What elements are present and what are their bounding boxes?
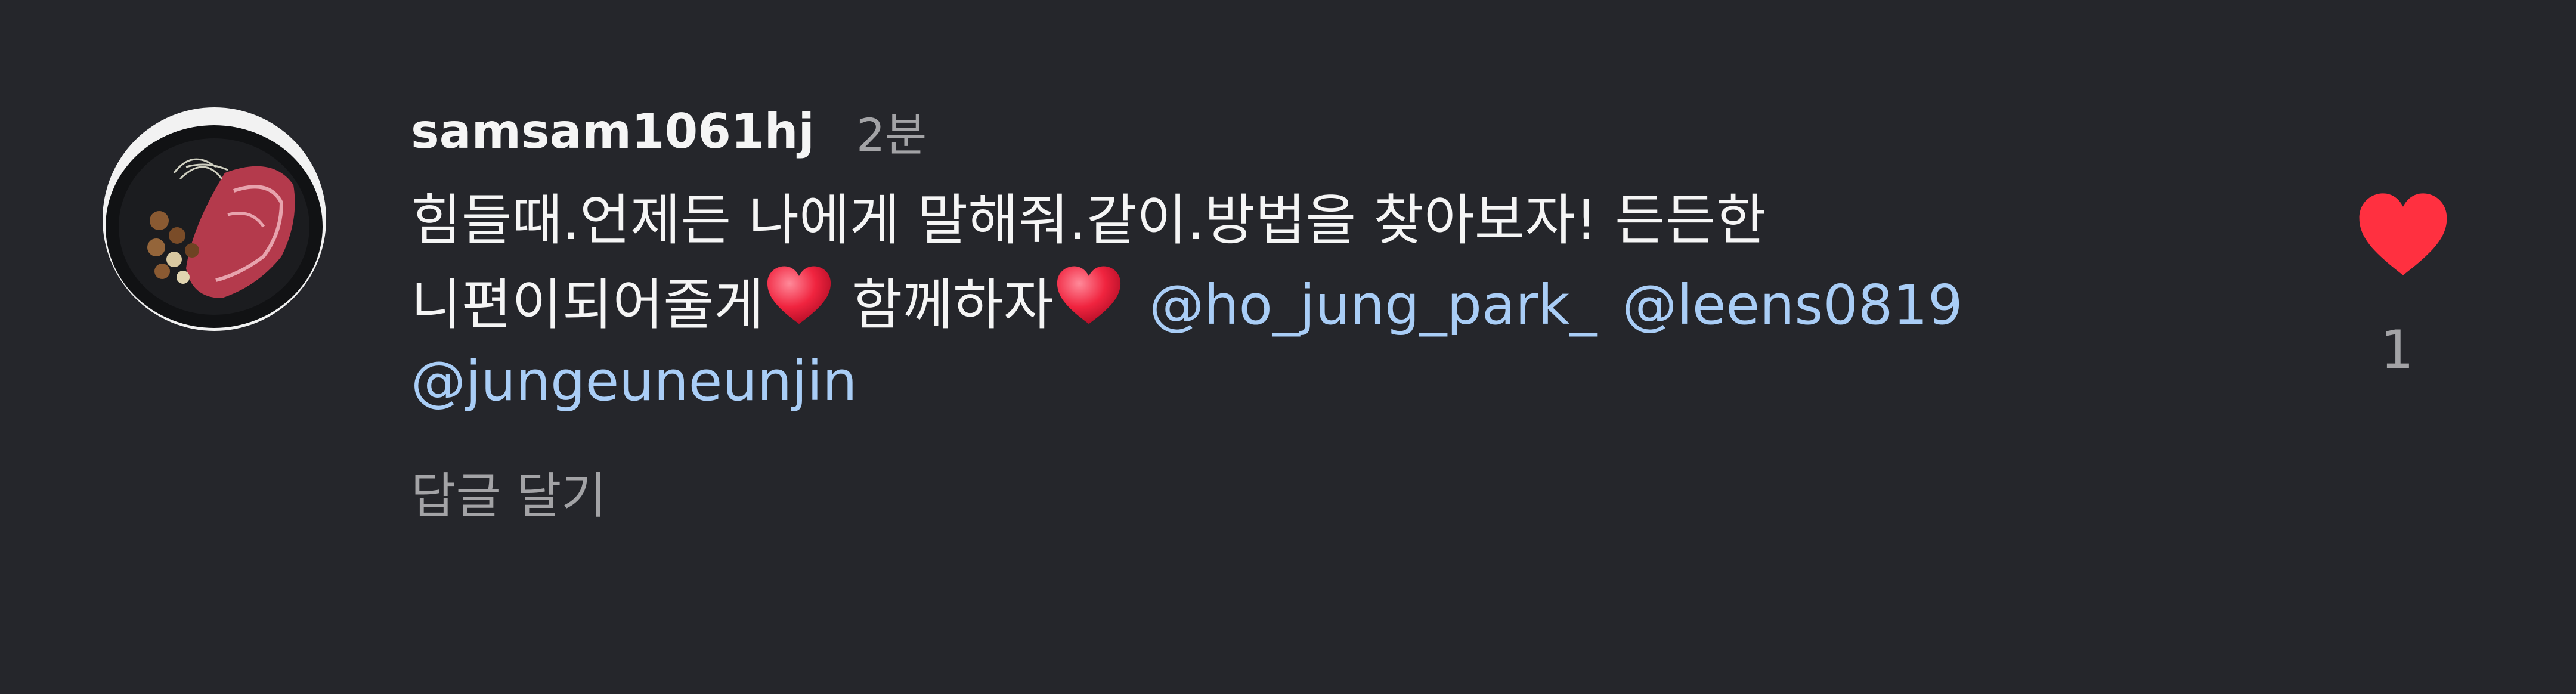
comment-text-line-1: 힘들때.언제든 나에게 말해줘.같이.방법을 찾아보자! 든든한 xyxy=(411,188,1766,252)
username-link[interactable]: samsam1061hj xyxy=(411,104,815,159)
red-heart-emoji-icon xyxy=(764,261,834,331)
steak-plate-avatar-icon xyxy=(103,107,326,331)
heart-icon xyxy=(2359,193,2447,275)
comment-text: 힘들때.언제든 나에게 말해줘.같이.방법을 찾아보자! 든든한 니편이되어줄게… xyxy=(411,180,2259,422)
like-count: 1 xyxy=(2380,319,2414,380)
comment-item: samsam1061hj 2분 힘들때.언제든 나에게 말해줘.같이.방법을 찾… xyxy=(0,0,2576,694)
comment-body: samsam1061hj 2분 힘들때.언제든 나에게 말해줘.같이.방법을 찾… xyxy=(411,89,2259,527)
comment-meta: samsam1061hj 2분 xyxy=(411,89,2259,173)
reply-button[interactable]: 답글 달기 xyxy=(411,456,606,527)
comment-text-fragment: 니편이되어줄게 xyxy=(411,273,764,337)
comment-text-line-3: @jungeuneunjin xyxy=(411,341,2259,422)
red-heart-emoji-icon xyxy=(1054,261,1124,331)
mention-link[interactable]: @leens0819 xyxy=(1622,273,1962,337)
comment-text-line-2: 니편이되어줄게 함께하자 @ho_jung_park_ @leens0819 xyxy=(411,261,2259,341)
comment-time: 2분 xyxy=(856,109,927,162)
mention-link[interactable]: @ho_jung_park_ xyxy=(1149,273,1597,337)
mention-link[interactable]: @jungeuneunjin xyxy=(411,349,857,413)
avatar[interactable] xyxy=(103,107,326,331)
like-button[interactable] xyxy=(2355,190,2451,279)
comment-text-fragment: 함께하자 xyxy=(834,273,1054,337)
